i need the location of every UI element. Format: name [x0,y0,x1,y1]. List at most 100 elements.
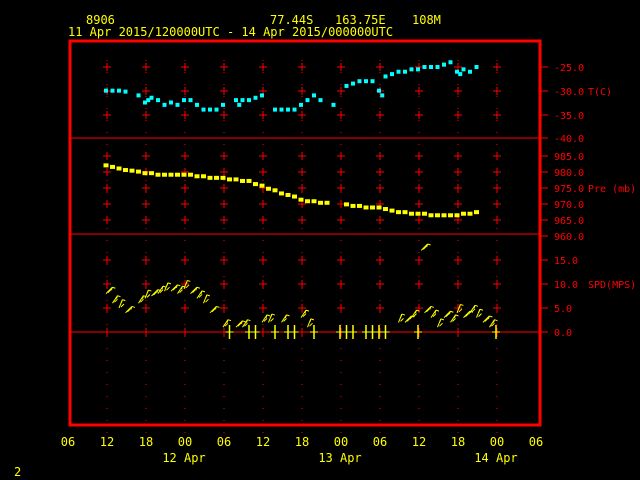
pressure-point [396,210,401,215]
pressure-point [136,169,141,174]
temperature-point [468,69,472,74]
pressure-point [461,211,466,216]
pressure-point [272,188,278,193]
wind-barb [381,325,390,339]
temperature-point [240,98,245,103]
pressure-point [175,172,180,177]
x-tick-label: 18 [451,435,465,449]
x-tick-label: 06 [217,435,231,449]
wind-barb [144,289,152,299]
x-tick-label: 18 [139,435,153,449]
temperature-point [208,107,212,112]
pressure-point [402,210,408,215]
pressure-point [279,191,284,196]
temperature-point [403,69,407,74]
y-tick-label: 0.0 [554,328,572,339]
wind-barb [290,325,299,339]
pressure-point [298,197,304,202]
pressure-point [318,200,323,205]
temperature-point [312,93,316,98]
x-tick-label: 18 [295,435,309,449]
y-tick-label: 965.0 [554,216,584,227]
pressure-point [214,175,219,180]
plot-frame [68,39,542,427]
temperature-point [201,107,206,112]
pressure-point [305,199,310,204]
wind-barb [469,304,479,314]
temperature-point [461,67,466,72]
temperature-point [458,72,463,77]
pressure-point [155,172,161,177]
y-axis-label: SPD(MPS) [588,280,636,291]
temperature-point [247,98,251,103]
meteogram-plot: 8906 77.44S 163.75E 108M 11 Apr 2015/120… [14,13,636,479]
pressure-point [201,174,206,179]
temperature-point [390,72,394,77]
y-tick-label: 10.0 [554,280,578,291]
y-tick-label: -40.0 [554,134,584,145]
wind-barb [225,325,234,339]
temperature-point [318,98,323,103]
temperature-point [253,95,258,100]
temperature-point [416,67,420,72]
temperature-point [286,107,290,112]
pressure-point [181,172,187,177]
y-tick-label: 15.0 [554,256,578,267]
y-tick-label: 960.0 [554,232,584,243]
x-tick-label: 06 [529,435,543,449]
wind-barb [476,308,484,318]
temperature-point [104,88,108,93]
pressure-point [285,193,291,197]
pressure-point [422,211,427,216]
pressure-point [415,211,421,216]
temperature-point [331,102,336,107]
temperature-point [448,60,453,65]
data-series [103,60,500,339]
wind-barb [310,325,318,339]
wind-barb [463,310,474,318]
wind-barb [203,294,211,304]
pressure-point [259,183,265,188]
pressure-point [233,177,239,182]
x-tick-label: 12 [100,435,114,449]
x-tick-label: 00 [490,435,504,449]
pressure-point [220,175,226,180]
wind-barb [414,325,422,339]
wind-barb [307,318,315,328]
pressure-point [389,208,395,213]
y-tick-label: 985.0 [554,152,584,163]
temperature-point [260,93,264,98]
temperature-point [357,79,362,84]
pressure-point [350,203,356,208]
temperature-point [377,88,381,93]
temperature-point [292,107,297,112]
wind-barb [112,295,121,304]
temperature-point [383,74,388,79]
wind-barb [170,284,181,292]
y-axis-label: Pre (mb) [588,184,636,195]
x-tick-label: 00 [178,435,192,449]
pressure-point [357,203,362,208]
pressure-point [383,207,388,212]
wind-barb [209,305,220,314]
x-axis: 06 12 18 00 06 12 18 00 06 12 18 00 06 12 Apr 13 Apr 14… [61,435,543,465]
y-axis-label: T(C) [588,87,612,98]
page-number: 2 [14,465,21,479]
pressure-point [376,205,382,210]
pressure-point [467,211,473,216]
temperature-point [364,79,368,84]
temperature-point [299,102,303,107]
temperature-point [117,88,121,93]
pressure-point [168,172,174,177]
pressure-point [110,164,115,169]
pressure-point [116,166,122,171]
pressure-point [344,202,349,207]
temperature-point [110,88,115,93]
pressure-point [149,171,154,176]
pressure-point [292,194,297,199]
x-tick-label: 12 [256,435,270,449]
pressure-point [227,177,232,182]
temperature-point [380,93,385,98]
wind-barb [424,305,435,314]
pressure-point [123,168,128,173]
